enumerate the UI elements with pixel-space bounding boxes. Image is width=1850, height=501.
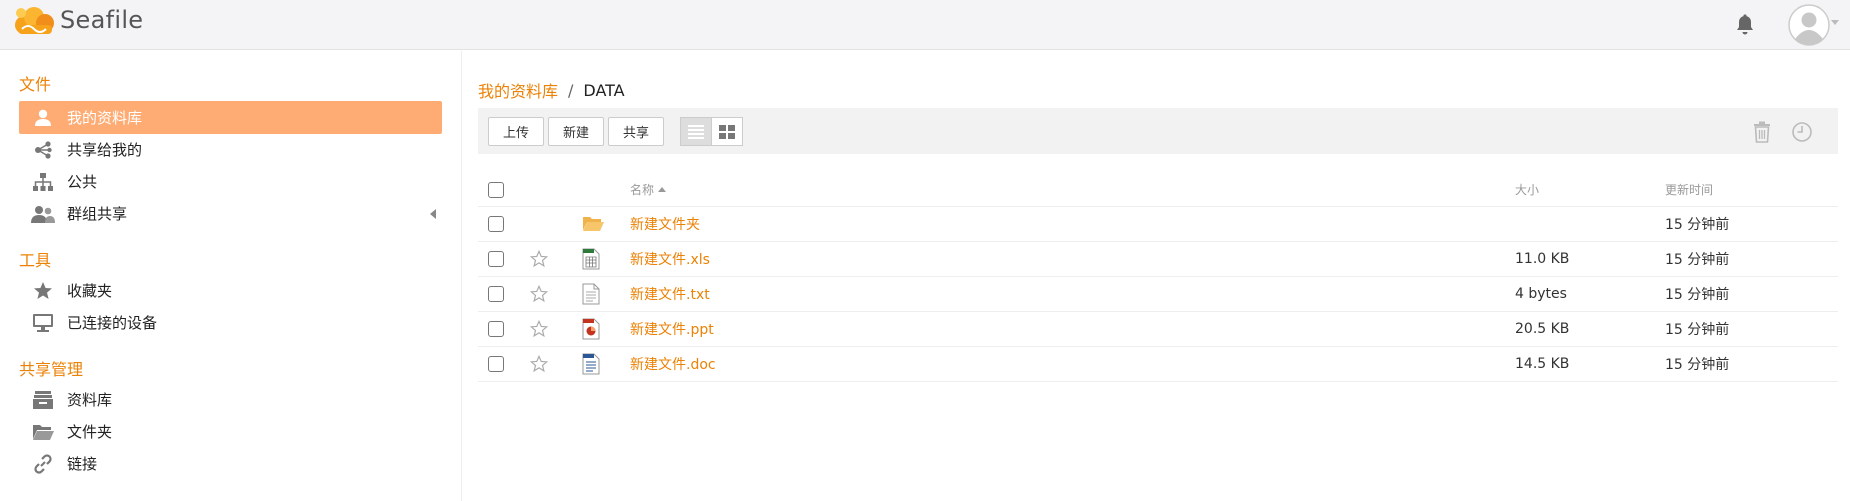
user-icon	[19, 101, 67, 134]
sort-ascending-icon	[658, 187, 667, 192]
column-size-header[interactable]: 大小	[1515, 173, 1539, 206]
folder-icon	[583, 217, 604, 231]
sidebar-item-label: 文件夹	[67, 423, 113, 441]
library-icon	[19, 383, 67, 416]
org-chart-icon	[19, 165, 67, 198]
sidebar-section-tools: 工具	[19, 251, 52, 270]
row-checkbox[interactable]	[488, 216, 504, 232]
file-name-link[interactable]: 新建文件.xls	[630, 249, 710, 269]
breadcrumb-separator: /	[568, 80, 574, 100]
bell-icon[interactable]	[1735, 14, 1755, 36]
file-updated-time: 15 分钟前	[1665, 287, 1730, 303]
list-view-button[interactable]	[680, 117, 712, 146]
file-size: 14.5 KB	[1515, 356, 1570, 372]
sidebar-item-label: 资料库	[67, 391, 113, 409]
file-toolbar: 上传 新建 共享	[478, 108, 1838, 154]
sidebar: 文件 我的资料库 共享给我的 公共 群组共享 工具 收藏夹 已连接的设备 共享管…	[0, 51, 462, 501]
file-updated-time: 15 分钟前	[1665, 217, 1730, 233]
row-checkbox[interactable]	[488, 251, 504, 267]
top-header: Seafile	[0, 0, 1850, 50]
row-checkbox[interactable]	[488, 286, 504, 302]
file-updated-time: 15 分钟前	[1665, 252, 1730, 268]
file-size: 4 bytes	[1515, 286, 1567, 302]
link-icon	[19, 447, 67, 480]
column-name-header[interactable]: 名称	[630, 173, 667, 206]
excel-file-icon	[582, 248, 600, 270]
table-header-row: 名称 大小 更新时间	[478, 173, 1838, 207]
group-icon	[19, 197, 67, 230]
logo-text: Seafile	[60, 6, 144, 34]
history-icon	[1792, 122, 1812, 142]
trash-button[interactable]	[1750, 120, 1774, 144]
upload-button[interactable]: 上传	[488, 117, 544, 146]
sidebar-item-label: 我的资料库	[67, 109, 143, 127]
sidebar-item-label: 公共	[67, 173, 98, 191]
text-file-icon	[582, 283, 600, 305]
share-button[interactable]: 共享	[608, 117, 664, 146]
sidebar-item-label: 收藏夹	[67, 282, 113, 300]
file-size: 20.5 KB	[1515, 321, 1570, 337]
sidebar-item-label: 已连接的设备	[67, 314, 158, 332]
account-dropdown-caret-icon[interactable]	[1831, 20, 1839, 25]
row-checkbox[interactable]	[488, 321, 504, 337]
sidebar-item-favorites[interactable]: 收藏夹	[19, 274, 442, 307]
column-updated-header[interactable]: 更新时间	[1665, 173, 1713, 206]
table-row[interactable]: 新建文件夹 15 分钟前	[478, 207, 1838, 242]
column-name-label: 名称	[630, 183, 655, 197]
avatar-icon[interactable]	[1788, 4, 1830, 46]
file-updated-time: 15 分钟前	[1665, 357, 1730, 373]
folder-open-icon	[19, 415, 67, 448]
table-row[interactable]: 新建文件.xls 11.0 KB 15 分钟前	[478, 242, 1838, 277]
seafile-logo-icon	[15, 7, 54, 34]
sidebar-item-my-libraries[interactable]: 我的资料库	[19, 101, 442, 134]
file-updated-time: 15 分钟前	[1665, 322, 1730, 338]
trash-icon	[1754, 121, 1770, 143]
grid-view-button[interactable]	[711, 117, 743, 146]
star-icon	[19, 274, 67, 307]
breadcrumb: 我的资料库 / DATA	[478, 78, 625, 102]
breadcrumb-current: DATA	[583, 80, 625, 100]
sidebar-item-group-shares[interactable]: 群组共享	[19, 197, 442, 230]
file-table: 名称 大小 更新时间 新建文件夹 15 分钟前 新建文件.xls 11.0 KB…	[478, 173, 1838, 382]
file-name-link[interactable]: 新建文件.ppt	[630, 319, 714, 339]
sidebar-item-label: 链接	[67, 455, 98, 473]
sidebar-item-share-libraries[interactable]: 资料库	[19, 383, 442, 416]
column-updated-label: 更新时间	[1665, 183, 1714, 197]
history-button[interactable]	[1790, 120, 1814, 144]
star-outline-icon[interactable]	[530, 250, 548, 268]
sidebar-item-label: 群组共享	[67, 205, 128, 223]
new-button[interactable]: 新建	[548, 117, 604, 146]
word-file-icon	[582, 353, 600, 375]
column-size-label: 大小	[1515, 183, 1540, 197]
breadcrumb-root-link[interactable]: 我的资料库	[478, 78, 558, 102]
sidebar-section-share-admin: 共享管理	[19, 360, 84, 379]
powerpoint-file-icon	[582, 318, 600, 340]
sidebar-item-label: 共享给我的	[67, 141, 143, 159]
star-outline-icon[interactable]	[530, 285, 548, 303]
row-checkbox[interactable]	[488, 356, 504, 372]
sidebar-item-share-links[interactable]: 链接	[19, 447, 442, 480]
seafile-logo[interactable]: Seafile	[12, 3, 143, 37]
table-row[interactable]: 新建文件.doc 14.5 KB 15 分钟前	[478, 347, 1838, 382]
sidebar-item-public[interactable]: 公共	[19, 165, 442, 198]
select-all-checkbox[interactable]	[488, 181, 504, 198]
sidebar-section-files: 文件	[19, 75, 52, 94]
file-name-link[interactable]: 新建文件.txt	[630, 284, 710, 304]
file-name-link[interactable]: 新建文件夹	[630, 214, 700, 234]
sidebar-item-linked-devices[interactable]: 已连接的设备	[19, 306, 442, 339]
grid-view-icon	[719, 124, 735, 139]
list-view-icon	[688, 124, 704, 139]
expand-caret-icon[interactable]	[430, 209, 436, 219]
star-outline-icon[interactable]	[530, 320, 548, 338]
star-outline-icon[interactable]	[530, 355, 548, 373]
monitor-icon	[19, 306, 67, 339]
share-icon	[19, 133, 67, 166]
sidebar-item-shared-with-me[interactable]: 共享给我的	[19, 133, 442, 166]
sidebar-item-share-folders[interactable]: 文件夹	[19, 415, 442, 448]
file-name-link[interactable]: 新建文件.doc	[630, 354, 716, 374]
table-row[interactable]: 新建文件.txt 4 bytes 15 分钟前	[478, 277, 1838, 312]
file-size: 11.0 KB	[1515, 251, 1570, 267]
table-row[interactable]: 新建文件.ppt 20.5 KB 15 分钟前	[478, 312, 1838, 347]
